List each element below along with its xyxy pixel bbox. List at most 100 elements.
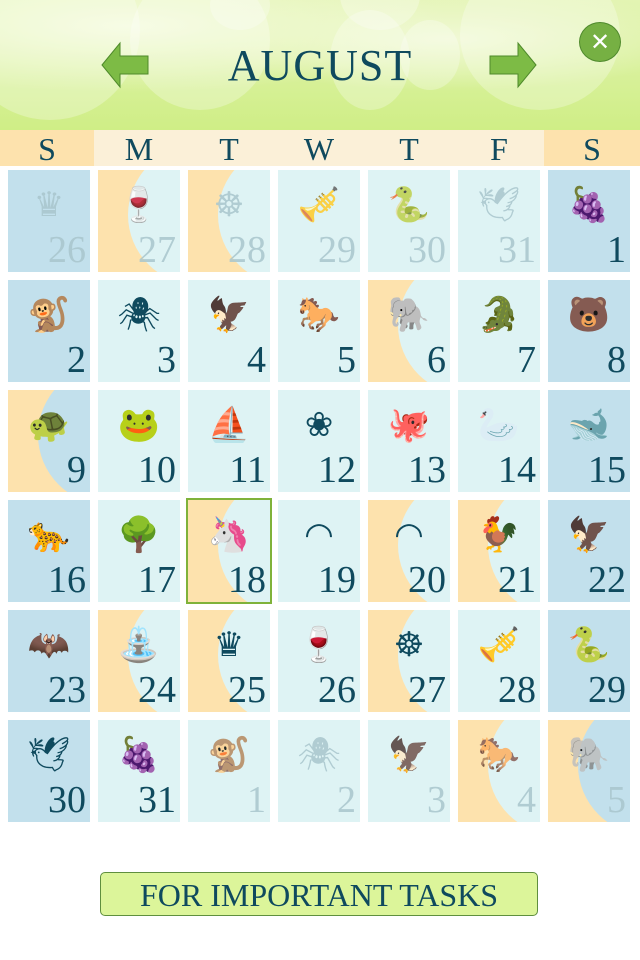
monkey-icon: 🐒 <box>207 735 251 775</box>
day-cell[interactable]: 🕊 30 <box>8 720 90 822</box>
day-number: 5 <box>337 339 356 381</box>
day-number: 28 <box>498 669 536 711</box>
day-cell[interactable]: ☸ 27 <box>368 610 450 712</box>
close-button[interactable]: ✕ <box>579 22 621 62</box>
weekday-label: F <box>454 130 544 167</box>
eagle-icon: 🦅 <box>387 735 431 775</box>
day-cell[interactable]: 🐻 8 <box>548 280 630 382</box>
day-cell[interactable]: ⛵ 11 <box>188 390 270 492</box>
rainbow-icon: ◠ <box>304 515 334 555</box>
day-cell[interactable]: 🕷 2 <box>278 720 360 822</box>
day-number: 21 <box>498 559 536 601</box>
day-cell[interactable]: 🐎 4 <box>458 720 540 822</box>
day-number: 3 <box>157 339 176 381</box>
day-cell[interactable]: 🐸 10 <box>98 390 180 492</box>
day-number: 2 <box>67 339 86 381</box>
important-tasks-button[interactable]: FOR IMPORTANT TASKS <box>100 872 538 916</box>
ship-icon: ⛵ <box>207 405 251 445</box>
snake-icon: 🐍 <box>387 185 431 225</box>
day-cell[interactable]: 🐎 5 <box>278 280 360 382</box>
day-cell[interactable]: 🍷 27 <box>98 170 180 272</box>
day-number: 18 <box>228 559 266 601</box>
day-number: 4 <box>247 339 266 381</box>
weekday-label: M <box>94 130 184 167</box>
snake-icon: 🐍 <box>567 625 611 665</box>
day-cell[interactable]: 🐆 16 <box>8 500 90 602</box>
day-number: 25 <box>228 669 266 711</box>
day-cell[interactable]: 🌳 17 <box>98 500 180 602</box>
weekday-label: T <box>364 130 454 167</box>
day-cell[interactable]: ⛲ 24 <box>98 610 180 712</box>
whale-icon: 🐋 <box>567 405 611 445</box>
day-cell[interactable]: 🦅 3 <box>368 720 450 822</box>
lotus-icon: ❀ <box>304 405 334 445</box>
day-cell[interactable]: 🕊 31 <box>458 170 540 272</box>
frog-icon: 🐸 <box>117 405 161 445</box>
day-cell[interactable]: 🐓 21 <box>458 500 540 602</box>
elephant-icon: 🐘 <box>567 735 611 775</box>
crown-icon: ♛ <box>213 625 245 665</box>
day-number: 23 <box>48 669 86 711</box>
day-cell[interactable]: ☸ 28 <box>188 170 270 272</box>
spider-icon: 🕷 <box>297 735 341 775</box>
day-cell[interactable]: 🐘 6 <box>368 280 450 382</box>
day-cell[interactable]: 🐢 9 <box>8 390 90 492</box>
crocodile-icon: 🐊 <box>477 295 521 335</box>
weekday-label: S <box>544 130 640 167</box>
day-number: 14 <box>498 449 536 491</box>
day-cell[interactable]: 🕷 3 <box>98 280 180 382</box>
next-month-button[interactable] <box>488 40 538 90</box>
day-number: 29 <box>588 669 626 711</box>
day-cell[interactable]: 🐋 15 <box>548 390 630 492</box>
day-cell[interactable]: 🐍 29 <box>548 610 630 712</box>
day-number: 2 <box>337 779 356 821</box>
day-cell[interactable]: 🦢 14 <box>458 390 540 492</box>
wheel-icon: ☸ <box>213 185 245 225</box>
day-cell[interactable]: ♛ 25 <box>188 610 270 712</box>
day-cell[interactable]: 🍇 1 <box>548 170 630 272</box>
trumpet-icon: 🎺 <box>477 625 521 665</box>
day-cell[interactable]: 🐒 1 <box>188 720 270 822</box>
day-number: 26 <box>318 669 356 711</box>
day-cell[interactable]: ◠ 20 <box>368 500 450 602</box>
day-cell[interactable]: 🍇 31 <box>98 720 180 822</box>
rainbow-icon: ◠ <box>394 515 424 555</box>
day-number: 8 <box>607 339 626 381</box>
day-cell[interactable]: 🐙 13 <box>368 390 450 492</box>
eagle-icon: 🦅 <box>207 295 251 335</box>
day-cell[interactable]: ❀ 12 <box>278 390 360 492</box>
day-cell[interactable]: 🐘 5 <box>548 720 630 822</box>
day-number: 17 <box>138 559 176 601</box>
day-cell[interactable]: 🦅 4 <box>188 280 270 382</box>
day-number: 7 <box>517 339 536 381</box>
day-cell[interactable]: ♛ 26 <box>8 170 90 272</box>
day-cell[interactable]: 🦇 23 <box>8 610 90 712</box>
phoenix-icon: 🦅 <box>567 515 611 555</box>
day-number: 20 <box>408 559 446 601</box>
octopus-icon: 🐙 <box>387 405 431 445</box>
day-number: 11 <box>229 449 266 491</box>
trumpet-icon: 🎺 <box>297 185 341 225</box>
day-number: 19 <box>318 559 356 601</box>
day-number: 31 <box>498 229 536 271</box>
day-cell[interactable]: 🎺 28 <box>458 610 540 712</box>
day-number: 27 <box>408 669 446 711</box>
day-number: 1 <box>247 779 266 821</box>
day-cell[interactable]: 🐒 2 <box>8 280 90 382</box>
day-cell[interactable]: 🦅 22 <box>548 500 630 602</box>
swan-lantern-icon: 🦢 <box>477 405 521 445</box>
dove-icon: 🕊 <box>27 735 71 775</box>
day-number: 30 <box>408 229 446 271</box>
day-number: 29 <box>318 229 356 271</box>
day-cell-today[interactable]: 🦄 18 <box>186 498 272 604</box>
arrow-right-icon <box>489 41 537 89</box>
day-cell[interactable]: 🐍 30 <box>368 170 450 272</box>
day-cell[interactable]: 🐊 7 <box>458 280 540 382</box>
turtle-icon: 🐢 <box>27 405 71 445</box>
close-icon: ✕ <box>589 28 611 56</box>
day-cell[interactable]: ◠ 19 <box>278 500 360 602</box>
unicorn-icon: 🦄 <box>207 515 251 555</box>
day-cell[interactable]: 🎺 29 <box>278 170 360 272</box>
weekday-header-row: SMTWTFS <box>0 130 640 167</box>
day-cell[interactable]: 🍷 26 <box>278 610 360 712</box>
